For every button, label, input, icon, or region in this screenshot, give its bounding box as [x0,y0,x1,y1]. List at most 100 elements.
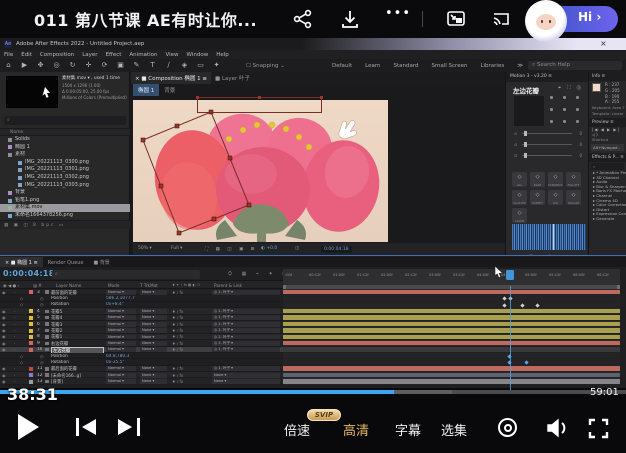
mode-select[interactable]: Normal ▾ [106,290,136,295]
duration-bar[interactable] [283,341,620,345]
parent-link-select[interactable]: ◎ 1. 叶子 ▾ [212,322,280,327]
parent-link-select[interactable]: ◎ 1. 叶子 ▾ [212,309,280,314]
timeline-current-timecode[interactable]: 0:00:04:18 [3,269,55,278]
lock-icon[interactable]: · [14,379,15,384]
visibility-icon[interactable]: ◉ [2,328,6,333]
label-swatch[interactable] [29,309,33,313]
property-value[interactable]: 0x+8.4° [106,302,124,307]
project-search-input[interactable]: ⌕ [4,116,126,125]
mode-select[interactable]: Normal ▾ [106,328,136,333]
stopwatch-icon[interactable]: ◷ [40,354,44,359]
stopwatch-icon[interactable]: ◷ [40,302,44,307]
lock-icon[interactable]: · [14,347,15,352]
mode-select[interactable]: Normal ▾ [106,335,136,340]
effects-category[interactable]: ▸ Generate [589,217,626,222]
parent-link-select[interactable]: ◎ 1. 叶子 ▾ [212,315,280,320]
lock-icon[interactable]: · [14,309,15,314]
viewer-tab-1[interactable]: 背景 [159,84,180,96]
tab-composition[interactable]: × ■ Composition 椭圆 1 ≡ [131,72,211,84]
lock-icon[interactable]: · [14,328,15,333]
workspace-small-screen[interactable]: Small Screen [432,63,468,69]
motion-button-bake[interactable]: ◇BAKE [530,172,545,187]
download-icon[interactable] [340,9,360,29]
timeline-tab-1[interactable]: Render Queue [43,258,89,267]
anchor-point-grid[interactable] [550,96,582,126]
duration-bar[interactable] [283,366,620,370]
orbit-tool-icon[interactable]: ↻ [68,61,77,69]
col-layer-name[interactable]: Layer Name [56,283,81,288]
layer-switches[interactable]: ♦ ∕ fx [172,290,183,295]
duration-bar[interactable] [283,347,620,351]
motion-button-all[interactable]: ◇ALL [512,172,527,187]
layer-switches[interactable]: ♦ ∕ fx [172,379,183,384]
stopwatch-icon[interactable]: ◷ [40,360,44,365]
timeline-search-input[interactable]: ⌕ [52,270,200,279]
duration-bar[interactable] [283,290,620,294]
shortcut-select[interactable]: Alt+Numpad.. [591,144,624,151]
anchor-dot[interactable] [576,120,579,123]
preview-panel-tab[interactable]: Preview ≡ [589,118,626,127]
viewer-option-icons[interactable]: ⛶ ▦ ◫ ▣ ⊞ [205,246,257,252]
motion-button-wiggle[interactable]: ◇WIGGLE [566,190,581,205]
project-name-column-header[interactable]: Name [0,128,130,136]
keyframe-diamond[interactable] [520,303,524,307]
motion-slider[interactable]: ⊙0 [514,141,582,148]
visibility-icon[interactable]: ◉ [2,290,6,295]
motion-button-rig[interactable]: ◇RIG [548,190,563,205]
lock-icon[interactable]: · [14,366,15,371]
property-name[interactable]: Position [51,354,68,359]
pen-tool-icon[interactable]: ✎ [132,61,141,69]
menu-window[interactable]: Window [187,52,209,58]
parent-link-select[interactable]: None ▾ [212,373,280,378]
layer-switches[interactable]: ♦ ∕ fx [172,315,183,320]
trkmat-select[interactable]: None ▾ [140,379,167,384]
eraser-tool-icon[interactable]: ▭ [196,61,205,69]
rotation-tool-icon[interactable]: ⟳ [100,61,109,69]
trkmat-select[interactable]: None ▾ [140,373,167,378]
lock-icon[interactable]: · [14,373,15,378]
motion-slider[interactable]: ⊙0 [514,130,582,137]
layer-switches[interactable]: ♦ ∕ fx [172,347,183,352]
duration-bar[interactable] [283,315,620,319]
preview-transport-buttons[interactable]: |◀ ◀ ▶ ▶| ◁) [589,127,626,137]
project-item[interactable]: IMG_20221113_0303.png [0,182,130,190]
label-swatch[interactable] [29,341,33,345]
lock-icon[interactable]: · [14,322,15,327]
pip-icon[interactable] [446,9,466,29]
trkmat-select[interactable]: None ▾ [140,315,167,320]
snapping-toggle[interactable]: ☐ Snapping ⌄ [246,63,285,69]
parent-link-select[interactable]: ◎ 1. 叶子 ▾ [212,328,280,333]
label-swatch[interactable] [29,329,33,333]
search-help-input[interactable]: ⌕ Search Help [528,61,622,70]
mode-select[interactable]: Normal ▾ [106,322,136,327]
brush-tool-icon[interactable]: ∕ [164,61,173,69]
workspace-standard[interactable]: Standard [393,63,418,69]
magnification-select[interactable]: 50% ▾ [138,246,152,251]
project-item[interactable]: 椭圆 1 [0,144,130,152]
more-icon[interactable]: ••• [385,6,405,26]
composition-canvas[interactable] [133,100,388,242]
timeline-tab-0[interactable]: × ■ 椭圆 1 ≡ [0,257,43,267]
mode-select[interactable]: Normal ▾ [106,341,136,346]
col-mode[interactable]: Mode [108,283,119,288]
effects-search-input[interactable]: ⌕ [591,163,624,170]
visibility-icon[interactable]: ◉ [2,334,6,339]
duration-bar[interactable] [283,309,620,313]
anchor-dot[interactable] [550,96,553,99]
fullscreen-icon[interactable] [588,418,609,443]
mode-select[interactable]: Normal ▾ [106,315,136,320]
visibility-icon[interactable]: ◉ [2,309,6,314]
tab-layer[interactable]: ■ Layer 叶子 [211,72,254,84]
project-panel-footer[interactable]: ▦ ▣ ◫ 8 bpc ▭ [0,220,130,229]
keyframe-diamond[interactable] [524,361,528,365]
property-value[interactable]: 586.2,1077.7 [106,296,135,301]
layer-switches[interactable]: ♦ ∕ fx [172,334,183,339]
hand-tool-icon[interactable]: ✥ [36,61,45,69]
visibility-icon[interactable]: ◉ [2,366,6,371]
menu-help[interactable]: Help [216,52,229,58]
parent-link-select[interactable]: ◎ 1. 叶子 ▾ [212,341,280,346]
workspace-libraries[interactable]: Libraries [480,63,504,69]
workspace-learn[interactable]: Learn [365,63,380,69]
mode-select[interactable]: Normal ▾ [106,373,136,378]
play-button[interactable] [18,414,39,440]
